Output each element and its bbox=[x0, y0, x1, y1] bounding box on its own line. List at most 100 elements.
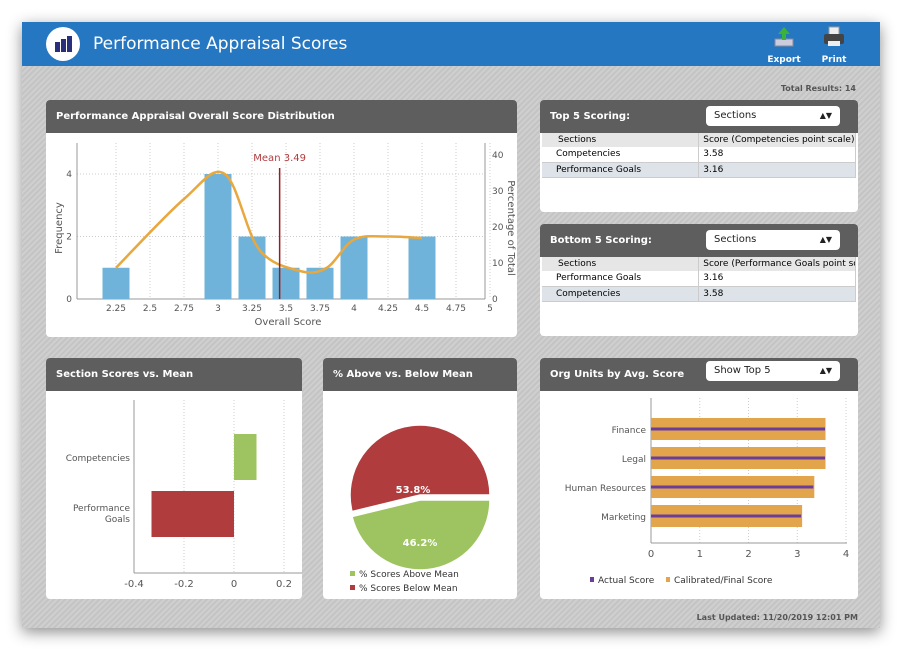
section-bar bbox=[151, 491, 234, 537]
category-label: Goals bbox=[105, 515, 130, 525]
cell: 3.58 bbox=[698, 147, 856, 163]
select-arrows-icon: ▲▼ bbox=[819, 111, 832, 120]
org-units-chart: 0 1 2 3 4 Finance Legal Human Resources Marketin… bbox=[565, 398, 849, 586]
top5-select[interactable]: Sections ▲▼ bbox=[706, 106, 840, 126]
mean-label: Mean 3.49 bbox=[253, 153, 306, 164]
print-label: Print bbox=[821, 55, 847, 65]
category-label: Performance bbox=[73, 504, 130, 514]
y-tick-label: 2 bbox=[66, 233, 72, 243]
x-tick-label: 3.25 bbox=[242, 304, 262, 314]
table-row[interactable]: Performance Goals 3.16 bbox=[542, 162, 856, 178]
panel-title: Performance Appraisal Overall Score Dist… bbox=[46, 100, 517, 133]
pie-label: 46.2% bbox=[403, 538, 438, 549]
histogram-bar bbox=[272, 267, 300, 299]
x-tick-label: 3 bbox=[794, 549, 800, 560]
legend-label: Actual Score bbox=[598, 576, 655, 586]
column-header: Sections bbox=[542, 257, 700, 271]
x-tick-label: 3.75 bbox=[310, 304, 330, 314]
category-label: Competencies bbox=[66, 454, 131, 464]
cell: Competencies bbox=[542, 286, 700, 302]
category-label: Finance bbox=[612, 426, 647, 436]
table-row[interactable]: Competencies 3.58 bbox=[542, 147, 856, 163]
panel-title: Section Scores vs. Mean bbox=[46, 358, 302, 391]
bar-chart-icon bbox=[46, 27, 80, 61]
x-tick-label: 0 bbox=[231, 579, 237, 590]
column-header: Sections bbox=[542, 133, 700, 147]
x-tick-label: -0.2 bbox=[174, 579, 194, 590]
select-value: Sections bbox=[714, 110, 757, 121]
section-scores-panel: Section Scores vs. Mean -0.4 -0.2 0 0.2 Comp… bbox=[46, 358, 302, 599]
legend-swatch bbox=[666, 577, 670, 582]
category-label: Marketing bbox=[601, 513, 646, 523]
y2-axis-title: Percentage of Total bbox=[505, 180, 516, 276]
y2-tick-label: 0 bbox=[492, 295, 498, 305]
actual-score-bar bbox=[651, 485, 814, 489]
pie-panel: % Above vs. Below Mean 46.2% 53.8% % Score… bbox=[323, 358, 517, 599]
top5-panel: Top 5 Scoring: Sections ▲▼ Sections Score … bbox=[540, 100, 858, 212]
actual-score-bar bbox=[651, 456, 826, 460]
cell: Performance Goals bbox=[542, 271, 700, 287]
export-button[interactable]: Export bbox=[764, 26, 804, 65]
top5-table: Sections Score (Competencies point scale)… bbox=[542, 133, 856, 178]
last-updated: Last Updated: 11/20/2019 12:01 PM bbox=[696, 613, 858, 622]
total-results: Total Results: 14 bbox=[780, 84, 856, 93]
pie-slice-below bbox=[349, 424, 491, 513]
legend-swatch bbox=[350, 585, 355, 590]
y2-tick-label: 20 bbox=[492, 223, 504, 233]
panel-title: Org Units by Avg. Score bbox=[550, 369, 685, 380]
panel-title: % Above vs. Below Mean bbox=[323, 358, 517, 391]
bottom5-select[interactable]: Sections ▲▼ bbox=[706, 230, 840, 250]
y2-tick-label: 30 bbox=[492, 187, 504, 197]
histogram-bar bbox=[102, 267, 130, 299]
legend-label: Calibrated/Final Score bbox=[674, 576, 773, 586]
x-tick-label: 0.2 bbox=[276, 579, 292, 590]
export-label: Export bbox=[767, 55, 801, 65]
x-tick-label: 2.75 bbox=[174, 304, 194, 314]
dashboard: Performance Appraisal Scores Export Prin… bbox=[22, 22, 880, 628]
x-tick-label: -0.4 bbox=[124, 579, 144, 590]
cell: Performance Goals bbox=[542, 162, 700, 178]
x-tick-label: 4 bbox=[351, 304, 357, 314]
select-arrows-icon: ▲▼ bbox=[819, 366, 832, 375]
x-tick-label: 4.75 bbox=[446, 304, 466, 314]
x-tick-label: 3.5 bbox=[279, 304, 293, 314]
legend-label: % Scores Below Mean bbox=[359, 584, 458, 594]
x-tick-label: 4.5 bbox=[415, 304, 429, 314]
x-tick-label: 4 bbox=[843, 549, 849, 560]
cell: 3.58 bbox=[698, 286, 856, 302]
org-units-select[interactable]: Show Top 5 ▲▼ bbox=[706, 361, 840, 381]
table-row[interactable]: Competencies 3.58 bbox=[542, 286, 856, 302]
column-header: Score (Performance Goals point scale) bbox=[698, 257, 856, 271]
select-arrows-icon: ▲▼ bbox=[819, 235, 832, 244]
x-tick-label: 2.25 bbox=[106, 304, 126, 314]
y2-tick-label: 10 bbox=[492, 259, 504, 269]
actual-score-bar bbox=[651, 427, 826, 431]
histogram-bar bbox=[238, 236, 266, 299]
printer-icon bbox=[824, 26, 844, 46]
x-tick-label: 5 bbox=[487, 304, 493, 314]
x-tick-label: 2.5 bbox=[143, 304, 157, 314]
cell: 3.16 bbox=[698, 271, 856, 287]
select-value: Show Top 5 bbox=[714, 365, 771, 376]
y-axis-title: Frequency bbox=[54, 202, 65, 254]
bottom5-table: Sections Score (Performance Goals point s… bbox=[542, 257, 856, 302]
actual-score-bar bbox=[651, 514, 802, 518]
panel-title: Top 5 Scoring: bbox=[550, 111, 631, 122]
histogram-bar bbox=[408, 236, 436, 299]
section-scores-chart: -0.4 -0.2 0 0.2 Competencies PerformanceGoals bbox=[66, 400, 302, 590]
x-tick-label: 1 bbox=[697, 549, 703, 560]
cell: 3.16 bbox=[698, 162, 856, 178]
x-tick-label: 0 bbox=[648, 549, 654, 560]
y2-tick-label: 40 bbox=[492, 151, 504, 161]
print-button[interactable]: Print bbox=[814, 26, 854, 65]
histogram-bar bbox=[340, 236, 368, 299]
x-tick-label: 4.25 bbox=[378, 304, 398, 314]
section-bar bbox=[234, 434, 257, 480]
x-tick-label: 2 bbox=[745, 549, 751, 560]
pie-label: 53.8% bbox=[396, 485, 431, 496]
table-row[interactable]: Performance Goals 3.16 bbox=[542, 271, 856, 287]
page-title: Performance Appraisal Scores bbox=[93, 34, 348, 54]
select-value: Sections bbox=[714, 234, 757, 245]
above-below-pie-chart: 46.2% 53.8% % Scores Above Mean % Scores Be… bbox=[349, 424, 491, 594]
x-axis-title: Overall Score bbox=[255, 317, 322, 328]
